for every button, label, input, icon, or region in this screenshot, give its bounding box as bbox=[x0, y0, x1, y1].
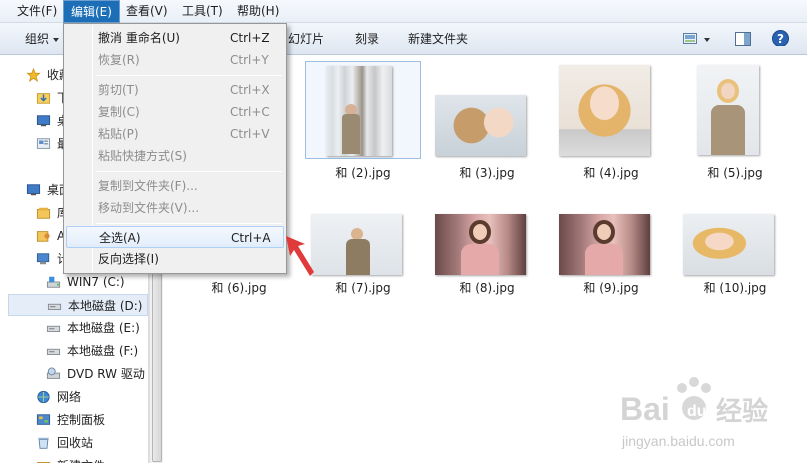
folder-icon bbox=[36, 462, 51, 463]
photo-thumbnail bbox=[326, 66, 392, 156]
menu-view[interactable]: 查看(V) bbox=[119, 0, 175, 23]
file-name: 和 (9).jpg bbox=[583, 281, 639, 295]
file-name: 和 (3).jpg bbox=[459, 166, 515, 180]
downloads-icon bbox=[36, 93, 51, 104]
sidebar-item-label: 本地磁盘 (D:) bbox=[68, 299, 143, 313]
menu-item-copy[interactable]: 复制(C) Ctrl+C bbox=[66, 101, 284, 123]
sidebar-item-drive-d[interactable]: 本地磁盘 (D:) bbox=[8, 294, 148, 316]
menu-item-shortcut: Ctrl+X bbox=[230, 83, 270, 97]
file-name: 和 (7).jpg bbox=[335, 281, 391, 295]
recent-icon bbox=[36, 138, 51, 149]
dvd-drive-icon bbox=[46, 367, 61, 379]
menu-item-label: 撤消 重命名(U) bbox=[98, 31, 180, 45]
file-name: 和 (5).jpg bbox=[707, 166, 763, 180]
annotation-arrow-icon bbox=[286, 236, 314, 276]
menu-item-invert-selection[interactable]: 反向选择(I) bbox=[66, 248, 284, 270]
network-icon bbox=[37, 390, 50, 404]
sidebar-item-label: 回收站 bbox=[57, 436, 94, 450]
user-folder-icon bbox=[36, 231, 50, 242]
menu-item-paste-shortcut[interactable]: 粘贴快捷方式(S) bbox=[66, 145, 284, 167]
baidu-jingyan-watermark: Bai du 经验 jingyan.baidu.com bbox=[620, 377, 768, 449]
menu-item-label: 反向选择(I) bbox=[98, 252, 159, 266]
menu-item-label: 恢复(R) bbox=[98, 53, 140, 67]
sidebar-item-label: WIN7 (C:) bbox=[67, 275, 125, 289]
menu-item-shortcut: Ctrl+Y bbox=[230, 53, 269, 67]
svg-text:jingyan.baidu.com: jingyan.baidu.com bbox=[621, 433, 735, 449]
photo-thumbnail bbox=[559, 214, 650, 275]
menu-item-label: 全选(A) bbox=[99, 231, 141, 245]
menu-item-shortcut: Ctrl+Z bbox=[230, 31, 270, 45]
menu-separator bbox=[96, 223, 282, 224]
menu-item-shortcut: Ctrl+C bbox=[230, 105, 270, 119]
new-folder-button[interactable]: 新建文件夹 bbox=[408, 23, 468, 55]
svg-text:Bai: Bai bbox=[620, 391, 670, 427]
file-name: 和 (8).jpg bbox=[459, 281, 515, 295]
photo-thumbnail bbox=[683, 214, 774, 275]
photo-thumbnail bbox=[559, 65, 650, 156]
menu-item-undo[interactable]: 撤消 重命名(U) Ctrl+Z bbox=[66, 27, 284, 49]
organize-button[interactable]: 组织 bbox=[25, 23, 60, 55]
recycle-bin-icon bbox=[38, 437, 49, 449]
menu-item-cut[interactable]: 剪切(T) Ctrl+X bbox=[66, 79, 284, 101]
sidebar-item-label: 控制面板 bbox=[57, 413, 106, 427]
desktop-icon bbox=[36, 115, 51, 127]
burn-button[interactable]: 刻录 bbox=[355, 23, 379, 55]
thumbnail-frame bbox=[553, 61, 669, 159]
photo-thumbnail bbox=[311, 214, 402, 275]
sidebar-item-label: 本地磁盘 (E:) bbox=[67, 321, 140, 335]
thumbnail-frame bbox=[429, 61, 545, 159]
thumbnail-frame bbox=[305, 61, 421, 159]
drive-icon bbox=[46, 325, 61, 332]
organize-label: 组织 bbox=[25, 32, 50, 46]
menu-item-label: 移动到文件夹(V)... bbox=[98, 201, 200, 215]
menu-item-label: 复制到文件夹(F)... bbox=[98, 179, 198, 193]
chevron-down-icon bbox=[53, 37, 60, 42]
menu-item-shortcut: Ctrl+A bbox=[231, 231, 271, 245]
sidebar-item-label: 网络 bbox=[57, 390, 82, 404]
svg-text:?: ? bbox=[777, 32, 784, 46]
menu-item-copy-to-folder[interactable]: 复制到文件夹(F)... bbox=[66, 175, 284, 197]
library-icon bbox=[36, 207, 51, 219]
menu-item-redo[interactable]: 恢复(R) Ctrl+Y bbox=[66, 49, 284, 71]
edit-menu: 撤消 重命名(U) Ctrl+Z 恢复(R) Ctrl+Y 剪切(T) Ctrl+X … bbox=[63, 23, 287, 274]
computer-icon bbox=[36, 253, 50, 265]
preview-pane-icon[interactable] bbox=[735, 31, 751, 47]
menu-file[interactable]: 文件(F) bbox=[10, 0, 64, 23]
menu-item-shortcut: Ctrl+V bbox=[230, 127, 270, 141]
file-name: 和 (10).jpg bbox=[703, 281, 767, 295]
menu-separator bbox=[96, 75, 282, 76]
sidebar-item-label: 新建文件 bbox=[57, 455, 105, 463]
star-icon bbox=[26, 68, 41, 82]
menu-item-label: 粘贴(P) bbox=[98, 127, 139, 141]
menu-item-label: 粘贴快捷方式(S) bbox=[98, 149, 187, 163]
photo-thumbnail bbox=[435, 95, 526, 156]
desktop-icon bbox=[26, 184, 41, 196]
menu-item-label: 剪切(T) bbox=[98, 83, 139, 97]
menu-tools[interactable]: 工具(T) bbox=[175, 0, 230, 23]
control-panel-icon bbox=[36, 414, 51, 425]
photo-thumbnail bbox=[435, 214, 526, 275]
help-icon[interactable]: ? bbox=[772, 30, 789, 46]
menu-separator bbox=[96, 171, 282, 172]
menu-item-paste[interactable]: 粘贴(P) Ctrl+V bbox=[66, 123, 284, 145]
slideshow-button[interactable]: 幻灯片 bbox=[288, 23, 324, 55]
menu-bar: 文件(F) 编辑(E) 查看(V) 工具(T) 帮助(H) bbox=[0, 0, 807, 23]
menu-edit[interactable]: 编辑(E) bbox=[63, 0, 120, 23]
drive-icon bbox=[46, 348, 61, 355]
thumbnail-frame bbox=[677, 61, 793, 159]
sidebar-item-label: 本地磁盘 (F:) bbox=[67, 344, 139, 358]
svg-text:经验: 经验 bbox=[716, 396, 768, 427]
view-icon[interactable] bbox=[683, 31, 711, 47]
sidebar-item-label: DVD RW 驱动 bbox=[67, 367, 145, 381]
menu-help[interactable]: 帮助(H) bbox=[230, 0, 286, 23]
drive-icon bbox=[47, 303, 62, 310]
system-drive-icon bbox=[46, 276, 61, 288]
menu-item-select-all[interactable]: 全选(A) Ctrl+A bbox=[66, 226, 284, 248]
file-name: 和 (4).jpg bbox=[583, 166, 639, 180]
photo-thumbnail bbox=[697, 65, 759, 155]
menu-item-label: 复制(C) bbox=[98, 105, 140, 119]
file-name: 和 (2).jpg bbox=[335, 166, 391, 180]
svg-text:du: du bbox=[687, 403, 707, 420]
menu-item-move-to-folder[interactable]: 移动到文件夹(V)... bbox=[66, 197, 284, 219]
